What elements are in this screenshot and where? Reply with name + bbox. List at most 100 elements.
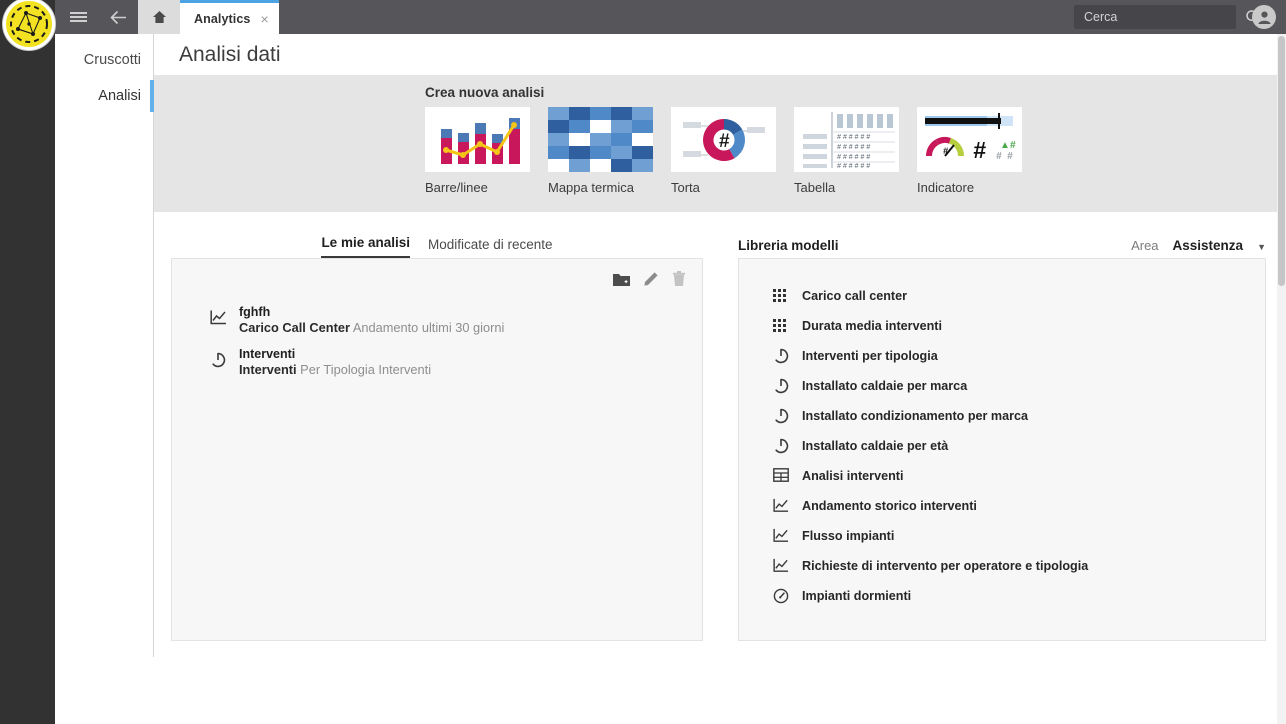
library-item-label: Andamento storico interventi — [802, 499, 977, 513]
pie-chart-icon — [773, 378, 789, 394]
tab-label: Le mie analisi — [321, 235, 410, 250]
tab-modificate-di-recente[interactable]: Modificate di recente — [428, 237, 553, 258]
my-analyses-panel: fghfh Carico Call Center Andamento ultim… — [171, 258, 703, 641]
sidebar-nav: Cruscotti Analisi — [55, 34, 154, 657]
chart-type-label: Mappa termica — [548, 180, 634, 195]
edit-pencil-icon[interactable] — [643, 271, 659, 287]
scrollbar-thumb[interactable] — [1278, 36, 1285, 286]
chevron-down-icon[interactable]: ▼ — [1257, 242, 1266, 252]
page-scrollbar[interactable] — [1277, 34, 1286, 724]
my-analyses-column: Le mie analisi Modificate di recente fgh… — [154, 224, 720, 641]
svg-text:#: # — [718, 131, 729, 152]
library-title: Libreria modelli — [738, 238, 839, 253]
svg-text:# # # # # #: # # # # # # — [837, 144, 870, 151]
pie-chart-icon — [773, 408, 789, 424]
tab-label: Modificate di recente — [427, 237, 553, 252]
sidebar-item-label: Analisi — [98, 88, 141, 104]
list-item[interactable]: Installato condizionamento per marca — [773, 401, 1265, 431]
pie-chart-icon — [773, 438, 789, 454]
search-input[interactable] — [1084, 10, 1245, 24]
chart-type-barre-linee[interactable]: Barre/linee — [425, 107, 530, 195]
analysis-description: Andamento ultimi 30 giorni — [352, 320, 505, 335]
library-panel: Carico call center Durata media interven… — [738, 258, 1266, 641]
chart-type-tabella[interactable]: # # # # # # # # # # # # # # # # # # # # … — [794, 107, 899, 195]
table-thumbnail: # # # # # # # # # # # # # # # # # # # # … — [794, 107, 899, 172]
list-item[interactable]: Durata media interventi — [773, 311, 1265, 341]
create-new-analysis-section: Crea nuova analisi Barre/linee Mappa ter… — [154, 75, 1286, 212]
library-item-label: Carico call center — [802, 289, 907, 303]
svg-text:#: # — [996, 151, 1002, 162]
my-analyses-tabs: Le mie analisi Modificate di recente — [171, 224, 703, 258]
tab-le-mie-analisi[interactable]: Le mie analisi — [321, 235, 410, 258]
chart-type-indicatore[interactable]: # # ▲# # # Indicatore — [917, 107, 1022, 195]
chart-type-label: Barre/linee — [425, 180, 488, 195]
tab-analytics[interactable]: Analytics × — [180, 0, 279, 34]
library-item-label: Flusso impianti — [802, 529, 895, 543]
back-arrow-icon[interactable] — [98, 0, 138, 34]
library-item-label: Durata media interventi — [802, 319, 942, 333]
line-chart-icon — [773, 498, 789, 514]
gauge-icon — [773, 588, 789, 604]
page-title: Analisi dati — [179, 42, 281, 66]
list-item[interactable]: Interventi per tipologia — [773, 341, 1265, 371]
svg-text:#: # — [973, 137, 986, 163]
app-logo — [3, 0, 55, 50]
page-content: Analisi dati Crea nuova analisi Barre/li… — [154, 34, 1286, 724]
gauge-indicator-thumbnail: # # ▲# # # — [917, 107, 1022, 172]
list-item[interactable]: Richieste di intervento per operatore e … — [773, 551, 1265, 581]
chart-type-mappa-termica[interactable]: Mappa termica — [548, 107, 653, 195]
analysis-description: Per Tipologia Interventi — [300, 362, 432, 377]
list-item[interactable]: Interventi Interventi Per Tipologia Inte… — [210, 347, 702, 378]
list-item[interactable]: Impianti dormienti — [773, 581, 1265, 611]
list-item[interactable]: Installato caldaie per marca — [773, 371, 1265, 401]
list-item[interactable]: Andamento storico interventi — [773, 491, 1265, 521]
list-item[interactable]: Analisi interventi — [773, 461, 1265, 491]
svg-text:# # # # # #: # # # # # # — [837, 154, 870, 161]
pie-chart-icon — [210, 347, 227, 373]
list-item[interactable]: Flusso impianti — [773, 521, 1265, 551]
left-rail — [0, 0, 55, 724]
chart-type-label: Torta — [671, 180, 700, 195]
library-item-label: Richieste di intervento per operatore e … — [802, 559, 1089, 573]
heatmap-thumbnail — [548, 107, 653, 172]
new-folder-icon[interactable] — [613, 272, 630, 287]
list-item[interactable]: Carico call center — [773, 281, 1265, 311]
columns: Le mie analisi Modificate di recente fgh… — [154, 212, 1286, 641]
sidebar-item-label: Cruscotti — [83, 52, 141, 68]
chart-type-label: Tabella — [794, 180, 836, 195]
area-label: Area — [1131, 238, 1159, 253]
pie-chart-icon — [773, 348, 789, 364]
library-column: Libreria modelli Area Assistenza ▼ Caric… — [720, 224, 1286, 641]
library-item-label: Impianti dormienti — [802, 589, 912, 603]
svg-text:# # # # # #: # # # # # # — [837, 134, 870, 141]
line-chart-icon — [773, 558, 789, 574]
list-item[interactable]: fghfh Carico Call Center Andamento ultim… — [210, 305, 702, 336]
library-list: Carico call center Durata media interven… — [739, 259, 1265, 611]
list-item[interactable]: Installato caldaie per età — [773, 431, 1265, 461]
pie-chart-thumbnail: # — [671, 107, 776, 172]
line-chart-icon — [210, 305, 227, 330]
library-item-label: Interventi per tipologia — [802, 349, 938, 363]
library-header: Libreria modelli Area Assistenza ▼ — [738, 224, 1266, 258]
delete-trash-icon[interactable] — [672, 271, 686, 287]
user-avatar-icon[interactable] — [1252, 5, 1276, 29]
sidebar-item-analisi[interactable]: Analisi — [55, 78, 154, 114]
area-value[interactable]: Assistenza — [1173, 238, 1244, 253]
sidebar-item-cruscotti[interactable]: Cruscotti — [55, 42, 153, 78]
svg-text:#: # — [1007, 151, 1013, 162]
tab-strip: Analytics × — [180, 0, 279, 34]
library-item-label: Installato caldaie per età — [802, 439, 949, 453]
library-item-label: Installato condizionamento per marca — [802, 409, 1029, 423]
library-filter: Area Assistenza ▼ — [1131, 238, 1266, 253]
chart-type-torta[interactable]: # Torta — [671, 107, 776, 195]
tab-title: Analytics — [194, 11, 251, 26]
analysis-subject: Interventi — [239, 362, 297, 377]
chart-type-label: Indicatore — [917, 180, 975, 195]
hamburger-icon[interactable] — [58, 0, 98, 34]
home-icon[interactable] — [138, 0, 180, 34]
bar-line-chart-thumbnail — [425, 107, 530, 172]
close-icon[interactable]: × — [260, 12, 268, 26]
grid-dots-icon — [773, 288, 789, 304]
search-box[interactable] — [1074, 5, 1261, 29]
analyses-toolbar — [613, 271, 686, 287]
